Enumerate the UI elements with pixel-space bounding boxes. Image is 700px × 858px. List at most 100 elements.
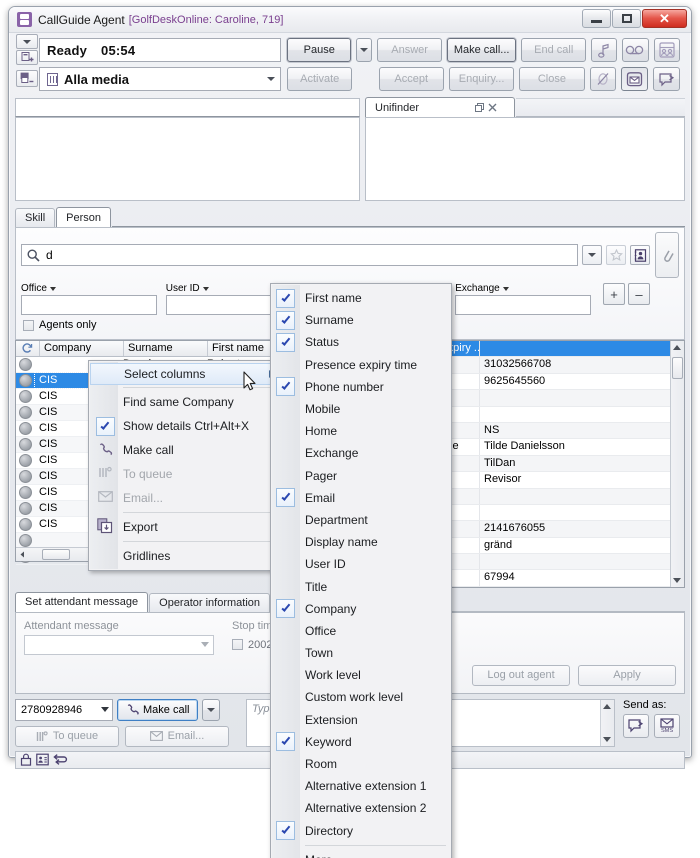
- details-vscrollbar[interactable]: [670, 341, 684, 587]
- make-call-button[interactable]: Make call...: [446, 38, 517, 62]
- maximize-button[interactable]: [612, 9, 641, 28]
- checkbox-checked-icon[interactable]: [276, 599, 295, 619]
- context-menu-item[interactable]: Make call: [89, 438, 282, 462]
- email-button[interactable]: Email...: [125, 725, 229, 747]
- left-pane-empty-tab[interactable]: [15, 98, 360, 117]
- columns-menu-item[interactable]: Custom work level: [271, 686, 451, 708]
- columns-menu-item[interactable]: Display name: [271, 531, 451, 553]
- scroll-left-icon[interactable]: [16, 549, 28, 561]
- apply-button[interactable]: Apply: [578, 664, 676, 686]
- checkbox-checked-icon[interactable]: [276, 821, 295, 841]
- columns-menu-item[interactable]: Office: [271, 620, 451, 642]
- columns-menu-item[interactable]: Department: [271, 509, 451, 531]
- minimize-button[interactable]: [582, 9, 611, 28]
- contact-card-button[interactable]: [630, 245, 650, 265]
- chevron-down-icon[interactable]: [202, 286, 209, 291]
- columns-menu-item[interactable]: Alternative extension 2: [271, 797, 451, 819]
- chevron-down-icon[interactable]: [502, 286, 509, 291]
- make-call-dropdown-button[interactable]: [202, 698, 221, 721]
- checkbox-checked-icon[interactable]: [276, 332, 295, 352]
- filter-exchange-input[interactable]: [455, 295, 591, 315]
- columns-menu-item[interactable]: Presence expiry time: [271, 354, 451, 376]
- context-menu-item[interactable]: Export: [89, 515, 282, 539]
- dropdown-toggle-button[interactable]: [16, 34, 38, 49]
- tab-unifinder[interactable]: Unifinder: [365, 97, 515, 117]
- chevron-down-icon[interactable]: [49, 286, 56, 291]
- columns-menu-item[interactable]: Alternative extension 1: [271, 775, 451, 797]
- send-sms-button[interactable]: SMS: [654, 713, 680, 738]
- scroll-down-icon[interactable]: [673, 577, 681, 583]
- message-vscrollbar[interactable]: [600, 699, 614, 746]
- attachment-button[interactable]: [655, 232, 679, 278]
- enquiry-button[interactable]: Enquiry...: [448, 67, 515, 91]
- answer-button[interactable]: Answer: [377, 38, 442, 62]
- send-chat-button[interactable]: [623, 713, 649, 738]
- inbox-button[interactable]: [621, 67, 649, 91]
- pause-button[interactable]: Pause: [287, 38, 352, 62]
- columns-menu-item[interactable]: Status: [271, 331, 451, 353]
- columns-menu-item[interactable]: Room: [271, 753, 451, 775]
- stop-time-checkbox[interactable]: [232, 639, 243, 651]
- phone-number-combo[interactable]: 2780928946: [15, 698, 113, 721]
- accept-button[interactable]: Accept: [378, 67, 444, 91]
- grid-col-company[interactable]: Company: [40, 341, 124, 356]
- columns-menu-item[interactable]: Company: [271, 598, 451, 620]
- log-out-agent-button[interactable]: Log out agent: [472, 664, 570, 686]
- scroll-down-icon[interactable]: [603, 736, 611, 742]
- columns-menu-item[interactable]: Phone number: [271, 376, 451, 398]
- columns-menu-item[interactable]: Work level: [271, 664, 451, 686]
- chat-forward-button[interactable]: [653, 67, 680, 91]
- context-menu-item[interactable]: Find same Company: [89, 390, 282, 414]
- columns-menu-item[interactable]: Directory: [271, 820, 451, 842]
- columns-menu-item[interactable]: Keyword: [271, 731, 451, 753]
- columns-menu-item[interactable]: First name: [271, 287, 451, 309]
- search-history-button[interactable]: [582, 245, 602, 265]
- music-note-button[interactable]: [590, 38, 618, 62]
- search-input[interactable]: d: [21, 244, 578, 266]
- close-button[interactable]: ✕: [642, 9, 687, 28]
- grid-hscroll-thumb[interactable]: [42, 549, 70, 560]
- checkbox-checked-icon[interactable]: [276, 377, 295, 397]
- agents-only-checkbox[interactable]: [23, 319, 34, 331]
- mute-button[interactable]: [589, 67, 617, 91]
- add-profile-icon[interactable]: [16, 50, 38, 65]
- make-call-action-button[interactable]: Make call: [117, 698, 199, 721]
- grid-col-surname[interactable]: Surname: [124, 341, 208, 356]
- context-menu-item[interactable]: Show details Ctrl+Alt+X: [89, 414, 282, 438]
- end-call-button[interactable]: End call: [521, 38, 586, 62]
- context-menu-item[interactable]: Gridlines: [89, 544, 282, 568]
- checkbox-checked-icon[interactable]: [276, 310, 295, 330]
- columns-menu-item[interactable]: Title: [271, 575, 451, 597]
- activate-button[interactable]: Activate: [287, 67, 353, 91]
- columns-menu-item[interactable]: Surname: [271, 309, 451, 331]
- columns-menu-item[interactable]: Email: [271, 487, 451, 509]
- refresh-icon[interactable]: [16, 341, 40, 356]
- to-queue-button[interactable]: To queue: [15, 725, 119, 747]
- columns-menu-more[interactable]: More...: [271, 849, 451, 858]
- checkbox-checked-icon[interactable]: [276, 732, 295, 752]
- columns-menu-item[interactable]: Pager: [271, 465, 451, 487]
- attendant-message-combo[interactable]: [24, 634, 214, 655]
- details-vscroll-thumb[interactable]: [672, 357, 683, 379]
- columns-menu-item[interactable]: User ID: [271, 553, 451, 575]
- tab-person[interactable]: Person: [56, 207, 112, 227]
- favorite-button[interactable]: [606, 245, 626, 265]
- close-call-button[interactable]: Close: [519, 67, 585, 91]
- remove-filter-button[interactable]: –: [628, 283, 650, 305]
- filter-office-input[interactable]: [21, 295, 157, 315]
- conference-button[interactable]: [653, 38, 680, 62]
- tab-skill[interactable]: Skill: [15, 208, 56, 227]
- pause-dropdown-button[interactable]: [356, 38, 373, 62]
- columns-menu-item[interactable]: Extension: [271, 709, 451, 731]
- columns-menu-item[interactable]: Exchange: [271, 442, 451, 464]
- columns-menu-item[interactable]: Mobile: [271, 398, 451, 420]
- add-filter-button[interactable]: +: [603, 283, 625, 305]
- columns-menu-item[interactable]: Home: [271, 420, 451, 442]
- tab-operator-information[interactable]: Operator information: [149, 592, 271, 612]
- tab-set-attendant-message[interactable]: Set attendant message: [15, 591, 149, 612]
- scroll-up-icon[interactable]: [603, 703, 611, 709]
- columns-menu-item[interactable]: Town: [271, 642, 451, 664]
- scroll-up-icon[interactable]: [673, 345, 681, 350]
- voicemail-button[interactable]: [622, 38, 649, 62]
- remove-window-icon[interactable]: [16, 70, 38, 87]
